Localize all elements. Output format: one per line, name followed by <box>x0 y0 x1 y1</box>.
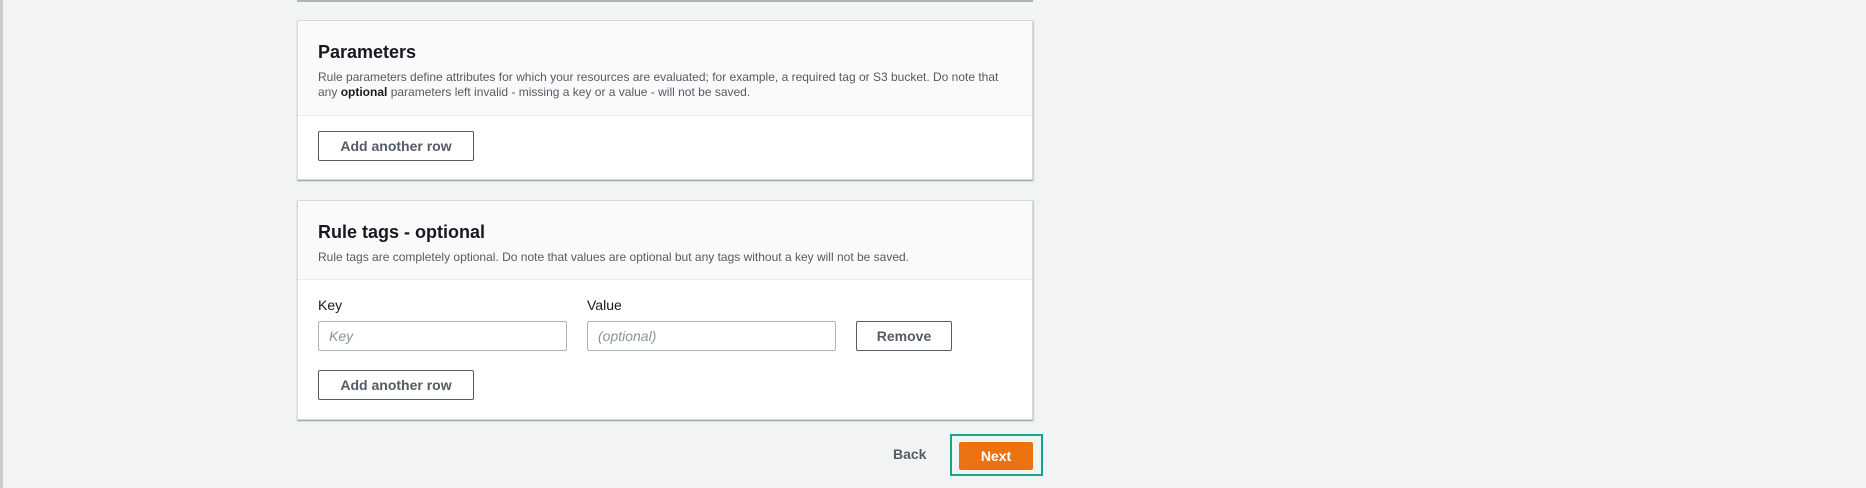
parameters-add-row-button[interactable]: Add another row <box>318 131 474 161</box>
key-field-group: Key <box>318 297 567 351</box>
rule-tags-title: Rule tags - optional <box>318 222 486 242</box>
rule-tags-header: Rule tags - optional Rule tags are compl… <box>298 201 1032 280</box>
key-input[interactable] <box>318 321 567 351</box>
parameters-description: Rule parameters define attributes for wh… <box>318 70 1012 100</box>
value-field-group: Value <box>587 297 836 351</box>
back-button[interactable]: Back <box>893 446 926 462</box>
add-row-container: Add another row <box>318 370 1012 400</box>
remove-tag-button[interactable]: Remove <box>856 321 952 351</box>
parameters-description-post: parameters left invalid - missing a key … <box>387 85 751 99</box>
page-left-edge <box>0 0 3 488</box>
value-label: Value <box>587 297 622 313</box>
previous-panel-bottom-edge <box>297 0 1033 2</box>
rule-tags-description: Rule tags are completely optional. Do no… <box>318 250 910 264</box>
parameters-description-pre: any <box>318 85 341 99</box>
rule-tags-body: Key Value Remove Add another row <box>298 280 1032 420</box>
parameters-body: Add another row <box>298 116 1032 181</box>
rule-tags-panel: Rule tags - optional Rule tags are compl… <box>297 200 1033 420</box>
parameters-panel: Parameters Rule parameters define attrib… <box>297 20 1033 180</box>
parameters-description-bold: optional <box>340 85 388 99</box>
value-input[interactable] <box>587 321 836 351</box>
parameters-title: Parameters <box>318 42 417 62</box>
key-label: Key <box>318 297 343 313</box>
rule-tags-add-row-button[interactable]: Add another row <box>318 370 474 400</box>
tag-row: Key Value Remove <box>318 297 1012 351</box>
parameters-header: Parameters Rule parameters define attrib… <box>298 21 1032 116</box>
next-button[interactable]: Next <box>959 442 1033 470</box>
parameters-description-line1: Rule parameters define attributes for wh… <box>318 70 999 84</box>
